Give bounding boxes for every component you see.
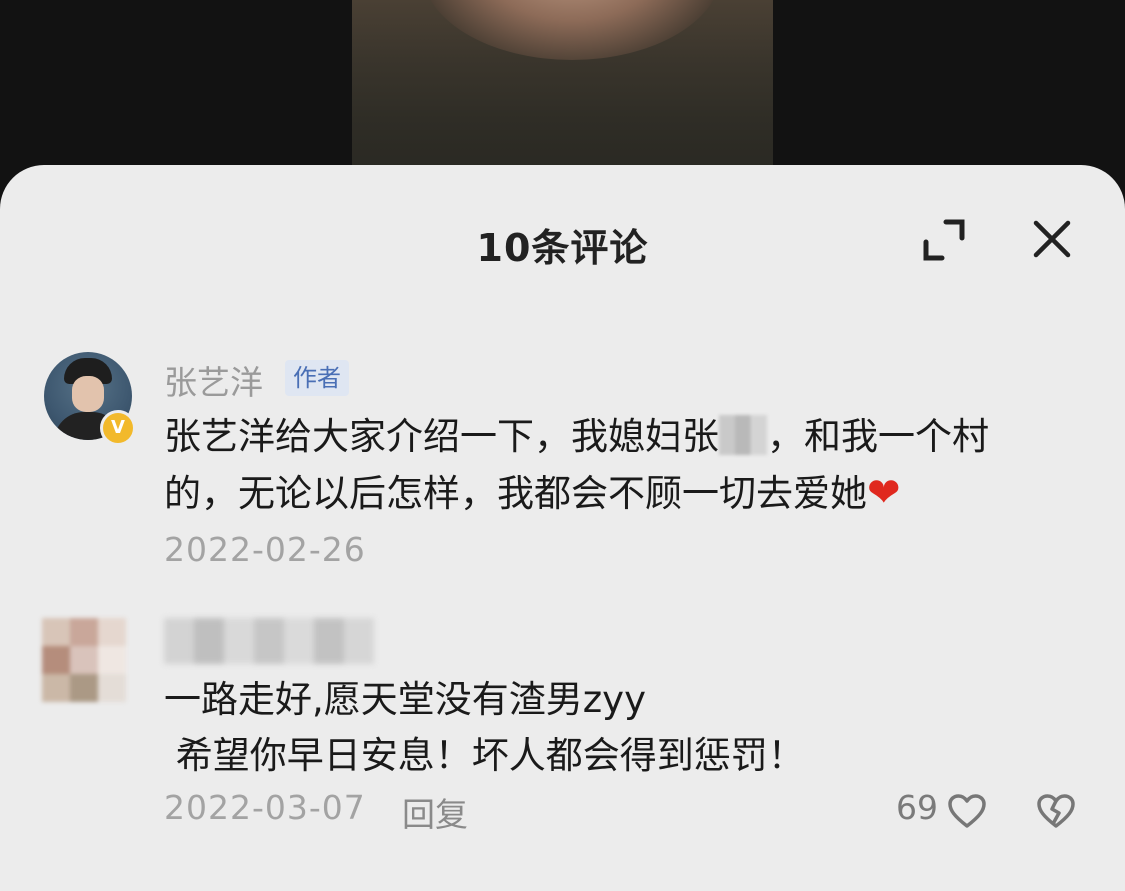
like-button[interactable] [946, 792, 988, 830]
comment-text-line: 一路走好,愿天堂没有渣男zyy [164, 678, 646, 721]
comment-text-line: 希望你早日安息！坏人都会得到惩罚！ [164, 734, 805, 777]
close-button[interactable] [1028, 215, 1076, 263]
comment-date: 2022-03-07 [164, 788, 366, 827]
expand-icon [923, 219, 965, 261]
like-count: 69 [896, 788, 938, 827]
avatar-face [72, 376, 104, 412]
comment-text-segment: 张艺洋给大家介绍一下，我媳妇张 [164, 415, 719, 458]
heart-outline-icon [948, 794, 986, 828]
comment-text-line: 的，无论以后怎样，我都会不顾一切去爱她❤ [164, 465, 901, 522]
reply-button[interactable]: 回复 [402, 788, 468, 836]
video-subject [422, 0, 722, 60]
censored-text [719, 415, 767, 455]
verified-badge: V [100, 410, 136, 446]
comment-text-segment: ，和我一个村 [767, 415, 989, 458]
heart-emoji: ❤ [867, 470, 901, 516]
close-icon [1033, 220, 1071, 258]
video-thumbnail[interactable] [352, 0, 773, 170]
author-badge: 作者 [285, 360, 349, 396]
broken-heart-icon [1037, 794, 1075, 828]
comment-username[interactable]: 张艺洋 [164, 356, 263, 404]
comment-text-line: 张艺洋给大家介绍一下，我媳妇张 ，和我一个村 [164, 409, 989, 465]
expand-button[interactable] [920, 216, 968, 264]
comment-username-censored[interactable] [164, 618, 374, 664]
comment-text-segment: 的，无论以后怎样，我都会不顾一切去爱她 [164, 472, 867, 515]
comment-date: 2022-02-26 [164, 530, 366, 569]
avatar[interactable] [42, 618, 126, 702]
dislike-button[interactable] [1035, 792, 1077, 830]
